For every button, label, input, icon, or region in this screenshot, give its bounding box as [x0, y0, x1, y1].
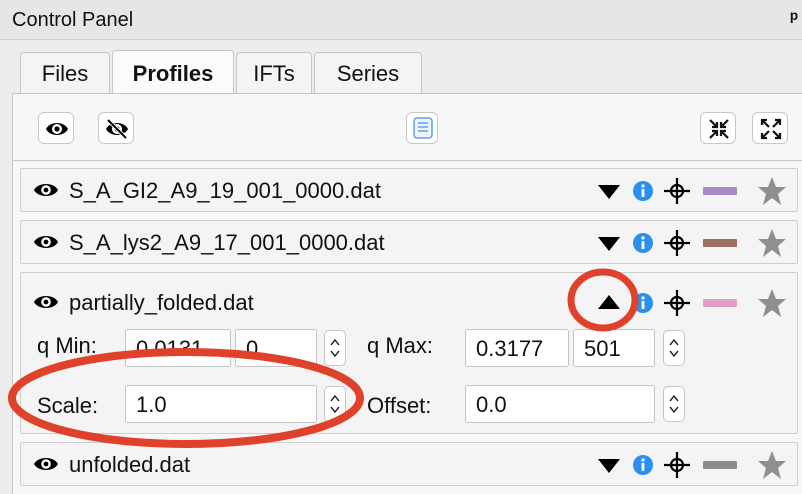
scale-label: Scale: — [37, 393, 99, 418]
line-style-icon[interactable] — [663, 289, 691, 317]
line-style-icon[interactable] — [663, 451, 691, 479]
offset-spinner[interactable] — [663, 386, 685, 422]
eye-slash-icon — [106, 118, 128, 140]
hide-all-button[interactable] — [98, 112, 134, 144]
q-max-spinner[interactable] — [663, 330, 685, 366]
profile-row[interactable]: S_A_lys2_A9_17_001_0000.dat — [20, 220, 798, 264]
line-color-swatch[interactable] — [703, 239, 737, 247]
profile-row[interactable]: S_A_GI2_A9_19_001_0000.dat — [20, 168, 798, 212]
line-color-swatch[interactable] — [703, 299, 737, 307]
line-color-swatch[interactable] — [703, 461, 737, 469]
q-min-index-field[interactable]: 0 — [235, 329, 317, 367]
scale-field[interactable]: 1.0 — [125, 385, 317, 423]
show-all-button[interactable] — [38, 112, 74, 144]
tab-series[interactable]: Series — [314, 52, 422, 94]
eye-icon[interactable] — [33, 181, 59, 199]
star-icon[interactable] — [757, 176, 787, 206]
collapse-arrow-icon[interactable] — [597, 293, 621, 311]
stepper-arrows-icon — [669, 394, 679, 414]
collapse-all-button[interactable] — [700, 112, 736, 144]
profile-row-expanded[interactable]: partially_folded.dat q Min: 0.0131 0 q M… — [20, 272, 798, 434]
line-style-icon[interactable] — [663, 177, 691, 205]
window-title: Control Panel — [12, 9, 134, 31]
tab-profiles[interactable]: Profiles — [112, 50, 234, 94]
star-icon[interactable] — [757, 228, 787, 258]
q-min-field[interactable]: 0.0131 — [125, 329, 231, 367]
select-all-button[interactable] — [406, 112, 438, 144]
eye-icon — [46, 123, 68, 135]
offset-field[interactable]: 0.0 — [465, 385, 655, 423]
star-icon[interactable] — [757, 288, 787, 318]
info-icon[interactable] — [632, 454, 654, 476]
collapse-icon — [709, 119, 729, 139]
toolbar-divider — [12, 160, 802, 161]
line-color-swatch[interactable] — [703, 187, 737, 195]
info-icon[interactable] — [632, 232, 654, 254]
stepper-arrows-icon — [330, 338, 340, 358]
profile-filename: S_A_lys2_A9_17_001_0000.dat — [69, 230, 385, 255]
tab-files[interactable]: Files — [20, 52, 110, 94]
expand-all-button[interactable] — [752, 112, 788, 144]
list-icon — [413, 117, 433, 139]
pin-icon[interactable]: ᵖ — [790, 8, 798, 31]
offset-label: Offset: — [367, 393, 432, 418]
expand-arrow-icon[interactable] — [597, 183, 621, 201]
q-min-label: q Min: — [37, 333, 97, 358]
profile-filename: unfolded.dat — [69, 452, 191, 477]
window-titlebar: Control Panel ᵖ — [0, 0, 802, 40]
q-max-field[interactable]: 0.3177 — [465, 329, 569, 367]
scale-spinner[interactable] — [324, 386, 346, 422]
eye-icon[interactable] — [33, 233, 59, 251]
info-icon[interactable] — [632, 292, 654, 314]
stepper-arrows-icon — [669, 338, 679, 358]
profile-filename: S_A_GI2_A9_19_001_0000.dat — [69, 178, 381, 203]
tab-ifts[interactable]: IFTs — [236, 52, 312, 94]
stepper-arrows-icon — [330, 394, 340, 414]
q-max-label: q Max: — [367, 333, 434, 358]
star-icon[interactable] — [757, 450, 787, 480]
q-max-index-field[interactable]: 501 — [573, 329, 655, 367]
line-style-icon[interactable] — [663, 229, 691, 257]
profile-row[interactable]: unfolded.dat — [20, 442, 798, 486]
profile-filename: partially_folded.dat — [69, 290, 254, 315]
eye-icon[interactable] — [33, 455, 59, 473]
info-icon[interactable] — [632, 180, 654, 202]
expand-arrow-icon[interactable] — [597, 457, 621, 475]
eye-icon[interactable] — [33, 293, 59, 311]
expand-arrow-icon[interactable] — [597, 235, 621, 253]
q-min-spinner[interactable] — [324, 330, 346, 366]
expand-icon — [760, 118, 782, 140]
